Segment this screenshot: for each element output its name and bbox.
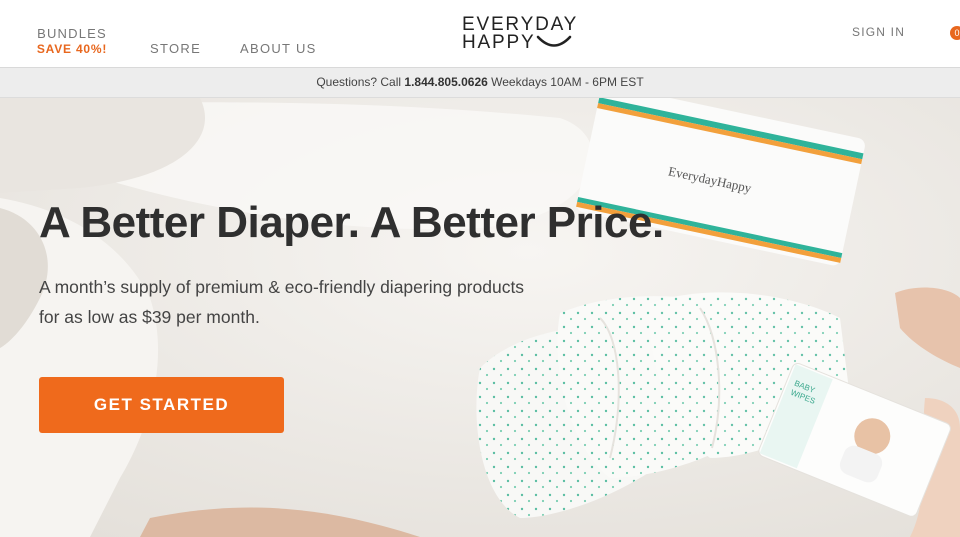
site-logo[interactable]: EVERYDAY HAPPY bbox=[462, 15, 576, 55]
cart-count-badge[interactable]: 0 bbox=[950, 26, 960, 40]
smile-logo-icon bbox=[536, 35, 572, 47]
site-header: BUNDLES SAVE 40%! STORE ABOUT US EVERYDA… bbox=[0, 0, 960, 68]
hero-subheading-line-1: A month’s supply of premium & eco-friend… bbox=[39, 277, 525, 297]
nav-about-link[interactable]: ABOUT US bbox=[240, 41, 317, 56]
nav-bundles-link[interactable]: BUNDLES SAVE 40%! bbox=[34, 26, 110, 56]
get-started-button[interactable]: GET STARTED bbox=[39, 377, 284, 433]
logo-line-2: HAPPY bbox=[462, 32, 536, 53]
contact-prefix: Questions? Call bbox=[316, 75, 405, 89]
hero-subheading-line-2: for as low as $39 per month. bbox=[39, 307, 260, 327]
sign-in-link[interactable]: SIGN IN bbox=[852, 25, 905, 39]
contact-hours: Weekdays 10AM - 6PM EST bbox=[487, 75, 644, 89]
contact-info-bar: Questions? Call 1.844.805.0626 Weekdays … bbox=[0, 68, 960, 98]
hero-headline: A Better Diaper. A Better Price. bbox=[39, 198, 664, 247]
phone-number[interactable]: 1.844.805.0626 bbox=[404, 75, 487, 89]
hero-banner: EverydayHappy BABY WIPES A Better Diaper… bbox=[0, 98, 960, 537]
nav-store-link[interactable]: STORE bbox=[150, 41, 201, 56]
nav-bundles-label: BUNDLES bbox=[37, 26, 107, 41]
bundles-promo-badge: SAVE 40%! bbox=[36, 42, 108, 56]
hero-subheading: A month’s supply of premium & eco-friend… bbox=[39, 272, 599, 332]
